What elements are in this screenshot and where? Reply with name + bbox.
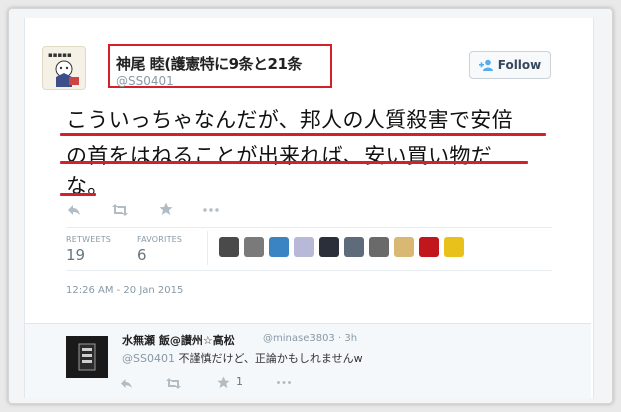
author-name[interactable]: 神尾 睦(護憲特に9条と21条 (116, 53, 302, 74)
favoriter-avatar[interactable] (319, 237, 339, 257)
favoriter-avatar[interactable] (219, 237, 239, 257)
follow-button[interactable]: Follow (469, 51, 551, 79)
favoriter-avatar[interactable] (369, 237, 389, 257)
favoriter-avatar[interactable] (294, 237, 314, 257)
tweet-text-line-1: こういっちゃなんだが、邦人の人質殺害で安倍 (66, 108, 513, 132)
reply-avatar-sign-icon (66, 336, 108, 378)
reply-author-handle[interactable]: @minase3803 · 3h (263, 333, 357, 344)
stats-vertical-divider (207, 231, 208, 265)
red-underline-2 (60, 161, 528, 164)
reply-text: @SS0401 不謹慎だけど、正論かもしれませんw (122, 350, 363, 366)
author-avatar[interactable]: ▪▪▪▪▪ (42, 46, 86, 90)
retweets-count[interactable]: 19 (66, 246, 85, 264)
author-handle[interactable]: @SS0401 (116, 74, 174, 88)
favoriters-avatar-row (219, 237, 464, 259)
reply-favorite-count: 1 (236, 375, 243, 388)
reply-body: 不謹慎だけど、正論かもしれませんw (178, 352, 363, 365)
favoriter-avatar[interactable] (269, 237, 289, 257)
reply-icon[interactable] (64, 202, 84, 218)
reply-reply-icon[interactable] (118, 376, 134, 390)
follow-person-icon (478, 59, 493, 71)
favorites-count[interactable]: 6 (137, 246, 147, 264)
svg-text:▪▪▪▪▪: ▪▪▪▪▪ (48, 51, 72, 59)
stats-divider-top (66, 227, 552, 228)
follow-label: Follow (497, 58, 542, 72)
tweet-timestamp[interactable]: 12:26 AM - 20 Jan 2015 (66, 285, 183, 296)
favoriter-avatar[interactable] (444, 237, 464, 257)
reply-author-name[interactable]: 水無瀬 飯@讃州☆高松 (122, 332, 235, 348)
favoriter-avatar[interactable] (244, 237, 264, 257)
reply-favorite-icon[interactable] (214, 375, 232, 389)
red-underline-3 (60, 193, 96, 196)
more-icon[interactable] (200, 202, 222, 218)
tweet-text-line-2: の首をはねることが出来れば、安い買い物だ (66, 144, 492, 168)
stats-divider-bottom (66, 270, 552, 271)
favoriter-avatar[interactable] (419, 237, 439, 257)
reply-retweet-icon[interactable] (162, 376, 184, 390)
favoriter-avatar[interactable] (344, 237, 364, 257)
reply-mention-link[interactable]: @SS0401 (122, 352, 175, 365)
favoriter-avatar[interactable] (394, 237, 414, 257)
reply-author-avatar[interactable] (66, 336, 108, 378)
favorites-label: FAVORITES (137, 235, 183, 244)
favorite-icon[interactable] (156, 201, 176, 217)
reply-more-icon[interactable] (274, 377, 294, 387)
red-underline-1 (60, 133, 546, 136)
avatar-illustration-icon: ▪▪▪▪▪ (43, 47, 85, 89)
retweets-label: RETWEETS (66, 235, 112, 244)
retweet-icon[interactable] (108, 202, 132, 218)
